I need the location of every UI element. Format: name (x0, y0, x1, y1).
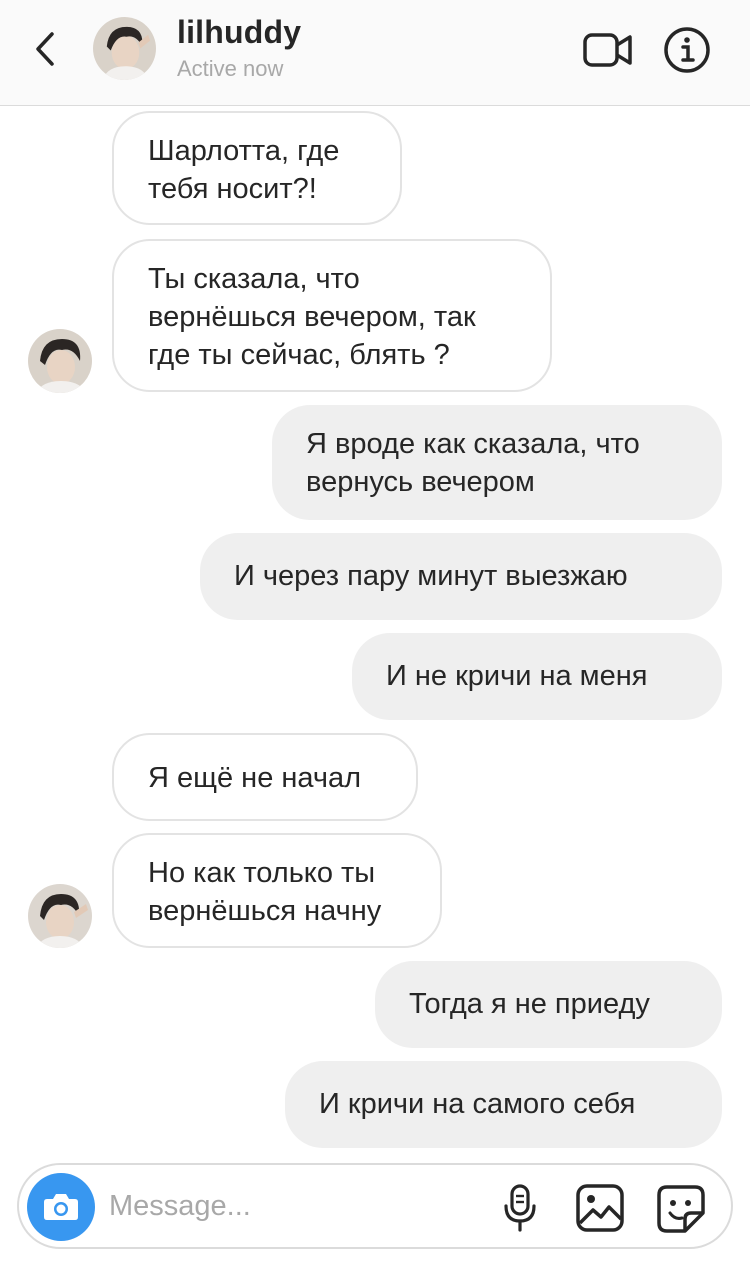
active-status: Active now (177, 56, 284, 81)
microphone-icon (504, 1184, 536, 1232)
message-outgoing[interactable]: Я вроде как сказала, что вернусь вечером (272, 405, 722, 520)
message-text: И не кричи на меня (386, 660, 648, 692)
gallery-button[interactable] (575, 1183, 625, 1233)
message-text: Шарлотта, где тебя носит?! (148, 135, 340, 205)
sticker-icon (657, 1185, 705, 1233)
message-outgoing[interactable]: И не кричи на меня (352, 633, 722, 720)
contact-avatar-small[interactable] (28, 329, 92, 393)
message-text: Тогда я не приеду (409, 988, 650, 1020)
camera-icon (44, 1194, 78, 1220)
chat-header: lilhuddy Active now (0, 0, 750, 106)
contact-avatar[interactable] (93, 17, 156, 80)
voice-message-button[interactable] (501, 1183, 539, 1233)
video-call-button[interactable] (582, 30, 634, 70)
message-incoming[interactable]: Но как только ты вернёшься начну (112, 833, 442, 948)
message-incoming[interactable]: Ты сказала, что вернёшься вечером, так г… (112, 239, 552, 392)
message-incoming[interactable]: Я ещё не начал (112, 733, 418, 821)
message-outgoing[interactable]: И через пару минут выезжаю (200, 533, 722, 620)
message-text: Ты сказала, что вернёшься вечером, так г… (148, 263, 476, 371)
message-incoming[interactable]: Шарлотта, где тебя носит?! (112, 111, 402, 225)
message-text: И кричи на самого себя (319, 1088, 636, 1120)
contact-avatar-small[interactable] (28, 884, 92, 948)
avatar-image (28, 329, 92, 393)
message-input[interactable] (109, 1183, 489, 1229)
avatar-image (93, 17, 156, 80)
back-chevron-icon (36, 32, 54, 66)
message-composer (17, 1163, 733, 1249)
gallery-icon (576, 1184, 624, 1232)
info-button[interactable] (662, 25, 712, 75)
back-button[interactable] (28, 26, 68, 72)
info-icon (664, 27, 710, 73)
message-outgoing[interactable]: Тогда я не приеду (375, 961, 722, 1048)
sticker-button[interactable] (655, 1183, 707, 1235)
message-text: Я вроде как сказала, что вернусь вечером (306, 428, 640, 498)
message-text: И через пару минут выезжаю (234, 560, 628, 592)
contact-username[interactable]: lilhuddy (177, 14, 301, 51)
video-call-icon (583, 33, 632, 67)
message-text: Но как только ты вернёшься начну (148, 857, 382, 927)
camera-button[interactable] (27, 1173, 95, 1241)
avatar-image (28, 884, 92, 948)
message-text: Я ещё не начал (148, 762, 362, 794)
message-outgoing[interactable]: И кричи на самого себя (285, 1061, 722, 1148)
